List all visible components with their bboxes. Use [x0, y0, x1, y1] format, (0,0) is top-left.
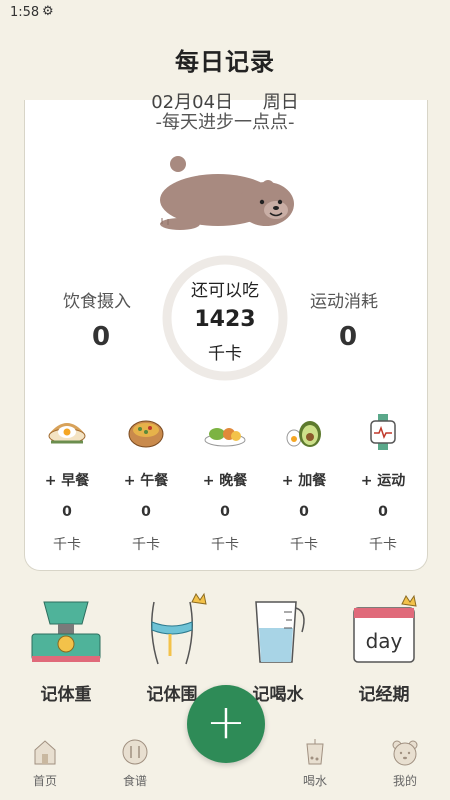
calendar-day-text: day	[366, 629, 403, 653]
meal-unit: 千卡	[132, 537, 160, 553]
meal-value: 0	[378, 504, 388, 520]
tool-body-measure[interactable]: 记体围	[122, 592, 222, 705]
nav-item-home[interactable]: 首页	[10, 738, 80, 789]
meal-unit: 千卡	[369, 537, 397, 553]
intake-value: 0	[92, 322, 111, 352]
meal-unit: 千卡	[290, 537, 318, 553]
meal-label: + 早餐	[44, 473, 90, 489]
nav-label: 喝水	[302, 774, 327, 788]
burn-value: 0	[339, 322, 358, 352]
meal-value: 0	[141, 504, 151, 520]
dinner-icon	[204, 428, 246, 447]
meal-label: + 晚餐	[202, 473, 248, 489]
remaining-value: 1423	[194, 307, 256, 332]
nav-label: 我的	[392, 774, 417, 788]
calendar-day-icon: day	[353, 594, 417, 663]
meal-label: + 加餐	[281, 473, 327, 489]
remaining-label: 还可以吃	[191, 281, 259, 301]
status-bar: 1:58 ⚙	[0, 0, 450, 26]
lunch-icon	[128, 420, 164, 448]
scale-icon	[31, 601, 101, 662]
meal-unit: 千卡	[211, 537, 239, 553]
bear-profile-icon	[392, 740, 418, 766]
motto-text: -每天进步一点点-	[155, 112, 295, 133]
page-title: 每日记录	[175, 48, 275, 76]
meal-value: 0	[299, 504, 309, 520]
meal-dinner[interactable]: + 晚餐 0 千卡	[185, 412, 265, 554]
status-time: 1:58	[10, 5, 40, 20]
tool-weight[interactable]: 记体重	[16, 592, 116, 705]
bottom-nav: 首页 食谱 喝水 我的	[0, 738, 450, 800]
meal-value: 0	[62, 504, 72, 520]
meal-value: 0	[220, 504, 230, 520]
meal-breakfast[interactable]: + 早餐 0 千卡	[27, 412, 107, 554]
bear-mascot-icon	[160, 156, 294, 230]
breakfast-icon	[48, 423, 86, 444]
remaining-unit: 千卡	[208, 344, 242, 364]
drink-icon	[306, 739, 324, 765]
water-cup-icon	[255, 601, 305, 663]
settings-gear-icon: ⚙	[42, 4, 54, 19]
recipe-icon	[122, 739, 148, 765]
meal-list: + 早餐 0 千卡 + 午餐 0 千卡 + 晚餐 0 千卡 + 加餐 0 千卡 …	[24, 412, 426, 562]
nav-item-recipe[interactable]: 食谱	[100, 738, 170, 789]
snack-icon	[286, 421, 321, 447]
tool-period[interactable]: day 记经期	[334, 592, 434, 705]
tool-label: 记经期	[358, 685, 410, 705]
nav-item-profile[interactable]: 我的	[370, 738, 440, 789]
nav-item-drink[interactable]: 喝水	[280, 738, 350, 789]
meal-lunch[interactable]: + 午餐 0 千卡	[106, 412, 186, 554]
meal-exercise[interactable]: + 运动 0 千卡	[343, 412, 423, 554]
meal-snack[interactable]: + 加餐 0 千卡	[264, 412, 344, 554]
meal-unit: 千卡	[53, 537, 81, 553]
burn-label: 运动消耗	[310, 292, 378, 312]
nav-label: 首页	[32, 774, 57, 788]
home-icon	[34, 740, 56, 765]
intake-label: 饮食摄入	[63, 292, 131, 312]
body-measure-icon	[151, 592, 207, 665]
meal-label: + 运动	[360, 473, 406, 489]
nav-label: 食谱	[122, 774, 147, 788]
tool-label: 记体重	[40, 685, 92, 705]
exercise-icon	[370, 414, 396, 450]
meal-label: + 午餐	[123, 473, 169, 489]
